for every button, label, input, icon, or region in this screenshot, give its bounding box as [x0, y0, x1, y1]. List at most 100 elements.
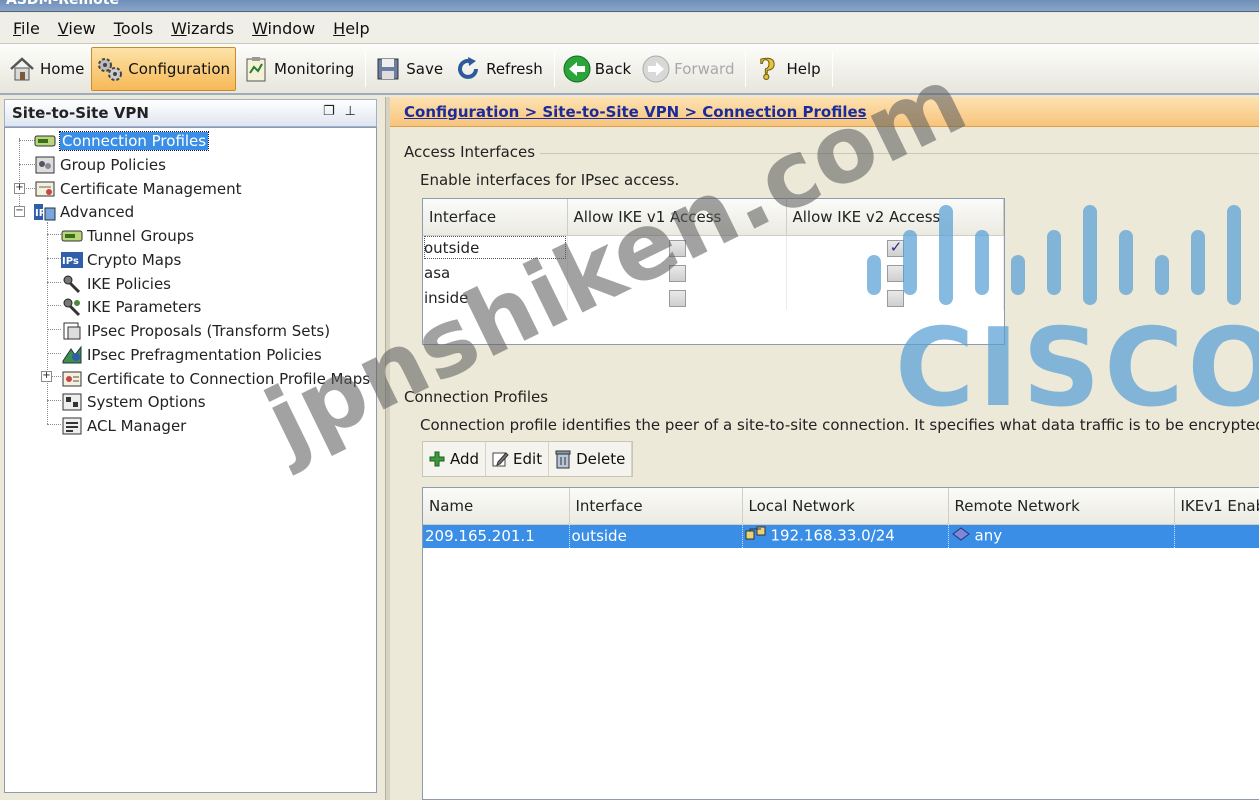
tree-item-group-policies[interactable]: Group Policies — [33, 154, 166, 176]
menu-view[interactable]: View — [49, 19, 105, 38]
group-policy-icon — [33, 155, 57, 175]
ikev2-checkbox[interactable] — [886, 289, 904, 307]
tree-item-ike-parameters[interactable]: IKE Parameters — [60, 296, 201, 318]
panel-controls: ❐⊥ — [323, 104, 366, 119]
edit-button[interactable]: Edit — [486, 442, 550, 476]
tree-item-acl-manager[interactable]: ACL Manager — [60, 415, 186, 437]
remote-network-value: any — [974, 526, 1003, 545]
tree-item-advanced[interactable]: IP Advanced — [33, 201, 134, 223]
profile-action-buttons: Add Edit Delete — [422, 441, 634, 477]
tree-item-crypto-maps[interactable]: IPs Crypto Maps — [60, 249, 181, 271]
floppy-disk-icon — [373, 54, 403, 84]
delete-button[interactable]: Delete — [549, 442, 633, 476]
main-toolbar: Home Configuration Monitoring Save Refre… — [0, 43, 1259, 95]
column-header-name[interactable]: Name — [423, 488, 570, 525]
menu-window[interactable]: Window — [243, 19, 324, 38]
system-options-icon — [60, 392, 84, 412]
home-button[interactable]: Home — [4, 47, 89, 91]
access-interfaces-description: Enable interfaces for IPsec access. — [420, 171, 680, 189]
clipboard-icon — [241, 54, 271, 84]
tree-item-ike-policies[interactable]: IKE Policies — [60, 273, 171, 295]
tree-item-label: System Options — [87, 393, 206, 411]
tree-line — [47, 305, 61, 306]
menu-tools[interactable]: Tools — [105, 19, 162, 38]
collapse-advanced[interactable]: − — [14, 206, 25, 217]
svg-text:IP: IP — [35, 208, 46, 219]
advanced-icon: IP — [33, 202, 57, 222]
tree-line — [47, 400, 61, 401]
any-network-icon — [951, 526, 971, 546]
help-button[interactable]: ? Help — [750, 47, 825, 91]
local-network-cell: 192.168.33.0/24 — [742, 524, 949, 548]
tree-item-label: Connection Profiles — [58, 131, 210, 151]
toolbar-separator — [365, 50, 367, 87]
tree-line — [19, 138, 20, 210]
tree-item-label: Certificate Management — [60, 180, 242, 198]
column-header-interface[interactable]: Interface — [569, 488, 743, 525]
remote-network-cell: any — [948, 524, 1175, 548]
question-mark-icon: ? — [753, 54, 783, 84]
tree-item-label: ACL Manager — [87, 417, 187, 435]
forward-label: Forward — [674, 59, 735, 78]
help-label: Help — [786, 59, 821, 78]
delete-label: Delete — [576, 450, 626, 468]
add-label: Add — [450, 450, 480, 468]
tree-item-system-options[interactable]: System Options — [60, 391, 206, 413]
gears-icon — [95, 54, 125, 84]
ike-parameters-icon — [60, 297, 84, 317]
pin-icon[interactable]: ⊥ — [345, 104, 366, 119]
tree-item-ipsec-prefragmentation[interactable]: IPsec Prefragmentation Policies — [60, 344, 322, 366]
toolbar-separator — [553, 50, 555, 87]
monitoring-button[interactable]: Monitoring — [238, 47, 359, 91]
column-header-local-network[interactable]: Local Network — [742, 488, 949, 525]
tree-line — [47, 222, 48, 424]
access-interfaces-title: Access Interfaces — [404, 143, 536, 161]
tunnel-group-icon — [60, 226, 84, 246]
ikev2-checkbox[interactable] — [886, 264, 904, 282]
save-button[interactable]: Save — [370, 47, 448, 91]
refresh-label: Refresh — [486, 59, 543, 78]
add-button[interactable]: Add — [423, 442, 487, 476]
back-button[interactable]: Back — [559, 47, 636, 91]
tree-line — [47, 282, 61, 283]
tree-item-label: Crypto Maps — [87, 251, 182, 269]
forward-button[interactable]: Forward — [638, 47, 739, 91]
cisco-wordmark-watermark: CISCO — [895, 306, 1259, 431]
tree-item-tunnel-groups[interactable]: Tunnel Groups — [60, 225, 194, 247]
connection-profile-icon — [33, 131, 57, 151]
acl-manager-icon — [60, 416, 84, 436]
column-header-ikev1-enabled[interactable]: IKEv1 Enab — [1174, 488, 1259, 525]
menu-file[interactable]: File — [4, 19, 49, 38]
tree-item-ipsec-proposals[interactable]: IPsec Proposals (Transform Sets) — [60, 320, 330, 342]
certificate-map-icon — [60, 369, 84, 389]
plus-icon — [427, 449, 447, 469]
tree-item-connection-profiles[interactable]: Connection Profiles — [33, 130, 210, 152]
refresh-button[interactable]: Refresh — [450, 47, 548, 91]
ikev2-cell — [786, 235, 1004, 260]
forward-arrow-icon — [641, 54, 671, 84]
expand-certificate-management[interactable]: + — [14, 183, 25, 194]
column-header-remote-network[interactable]: Remote Network — [948, 488, 1175, 525]
configuration-label: Configuration — [128, 59, 231, 78]
tree-line — [47, 258, 61, 259]
home-label: Home — [40, 59, 85, 78]
configuration-button[interactable]: Configuration — [91, 46, 237, 91]
svg-text:IPs: IPs — [62, 256, 79, 267]
tree-item-certificate-management[interactable]: Certificate Management — [33, 178, 242, 200]
toolbar-separator — [831, 50, 833, 87]
ike-policy-icon — [60, 274, 84, 294]
tree-line — [47, 234, 61, 235]
menu-bar: File View Tools Wizards Window Help — [0, 13, 1259, 43]
prefragmentation-icon — [60, 345, 84, 365]
menu-help[interactable]: Help — [324, 19, 378, 38]
expand-certificate-maps[interactable]: + — [41, 371, 52, 382]
table-row[interactable]: 209.165.201.1 outside 192.168.33.0/24 an… — [423, 524, 1259, 548]
interface-cell: outside — [569, 524, 743, 548]
restore-icon[interactable]: ❐ — [323, 104, 345, 119]
certificate-icon — [33, 179, 57, 199]
crypto-map-icon: IPs — [60, 250, 84, 270]
menu-wizards[interactable]: Wizards — [162, 19, 243, 38]
column-header-interface[interactable]: Interface — [423, 199, 568, 236]
ikev1-enabled-cell — [1174, 524, 1259, 548]
ikev2-checkbox[interactable] — [886, 238, 904, 257]
